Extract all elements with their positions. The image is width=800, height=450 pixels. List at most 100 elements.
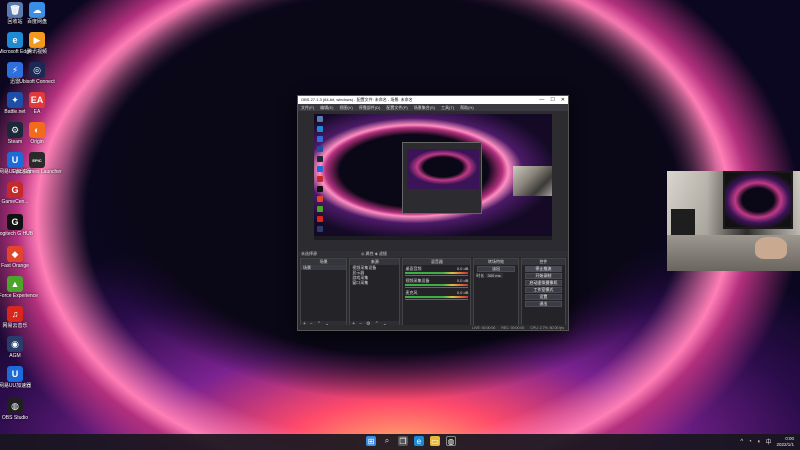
- desktop-icon-label: AGM: [9, 353, 21, 359]
- rec-timer: REC: 00:00:00: [501, 325, 525, 330]
- obs-statusbar: LIVE: 00:00:00 REC: 00:00:00 CPU: 2.7%, …: [298, 325, 568, 330]
- desktop-icon[interactable]: ☁ 百度网盘: [22, 2, 52, 32]
- app-icon: U: [7, 152, 23, 168]
- input-method-icon[interactable]: 中: [765, 437, 771, 446]
- menu-scene-collection[interactable]: 场景集合(S): [414, 105, 435, 111]
- menu-tools[interactable]: 工具(T): [441, 105, 454, 111]
- volume-slider[interactable]: [405, 299, 469, 300]
- app-icon: ◆: [7, 246, 23, 262]
- file-explorer-icon[interactable]: ▭: [430, 436, 440, 446]
- studio-mode-button[interactable]: 工作室模式: [524, 287, 562, 293]
- desktop-icon-label: 网易云音乐: [2, 323, 28, 329]
- search-icon[interactable]: ⌕: [382, 436, 392, 446]
- obs-title: OBS 27.1.3 (64-bit, windows) - 配置文件: 未命名…: [301, 97, 413, 102]
- scenes-dock: 场景 场景 + − ⌃ ⌄: [300, 258, 348, 328]
- desktop-icon[interactable]: ◐ Origin: [22, 122, 52, 152]
- minimize-icon[interactable]: —: [539, 97, 544, 103]
- audio-mixer-dock: 混音器 桌面音频 0.0 dB 视频采集设备 0.0 dB 麦克风 0.0 dB: [402, 258, 472, 328]
- desktop-icon-label: 回收站: [7, 19, 23, 25]
- no-source-selected: 未选择源: [301, 251, 317, 256]
- volume-meter: [405, 272, 469, 274]
- start-recording-button[interactable]: 开始录制: [524, 273, 562, 279]
- desktop-icon[interactable]: EPIC Epic Games Launcher: [12, 152, 62, 182]
- desktop-icon[interactable]: G Logitech G HUB: [0, 214, 34, 244]
- close-icon[interactable]: ✕: [561, 97, 565, 103]
- menu-docks[interactable]: 停靠部件(D): [359, 105, 381, 111]
- obs-window[interactable]: OBS 27.1.3 (64-bit, windows) - 配置文件: 未命名…: [297, 95, 569, 331]
- desktop-icon[interactable]: ▶ 腾讯视频: [22, 32, 52, 62]
- taskbar-apps: ⊞ ⌕ ❐ e ▭ ◍: [366, 436, 456, 446]
- source-properties-filters[interactable]: ◎ 属性 ◈ 滤镜: [361, 251, 387, 257]
- desktop-icon-label: GameCen...: [1, 199, 29, 205]
- app-icon: U: [7, 366, 23, 382]
- maximize-icon[interactable]: ☐: [550, 97, 554, 103]
- desktop-icon[interactable]: EA EA: [22, 92, 52, 122]
- menu-file[interactable]: 文件(F): [301, 105, 314, 111]
- desktop-icon-label: Steam: [7, 139, 23, 145]
- edge-icon[interactable]: e: [414, 436, 424, 446]
- app-icon: EA: [29, 92, 45, 108]
- desktop-icon[interactable]: ◎ Ubisoft Connect: [19, 62, 55, 92]
- stop-streaming-button[interactable]: 停止推流: [524, 266, 562, 272]
- menu-profile[interactable]: 配置文件(P): [386, 105, 407, 111]
- app-icon: ⚡: [7, 62, 23, 78]
- mixer-channel: 麦克风 0.0 dB: [403, 289, 470, 301]
- obs-taskbar-icon[interactable]: ◍: [446, 436, 456, 446]
- app-icon: ◎: [29, 62, 45, 78]
- menu-help[interactable]: 帮助(H): [460, 105, 474, 111]
- channel-level: 0.0 dB: [456, 278, 469, 283]
- transition-duration: 时长 300 ms: [474, 273, 517, 278]
- obs-menubar: 文件(F) 编辑(E) 视图(V) 停靠部件(D) 配置文件(P) 场景集合(S…: [298, 104, 568, 111]
- task-view-icon[interactable]: ❐: [398, 436, 408, 446]
- menu-edit[interactable]: 编辑(E): [320, 105, 333, 111]
- volume-slider[interactable]: [405, 287, 469, 288]
- channel-level: 0.0 dB: [456, 266, 469, 271]
- controls-dock-title: 控件: [521, 259, 565, 265]
- live-timer: LIVE: 00:00:00: [472, 325, 496, 330]
- mixer-channel: 视频采集设备 0.0 dB: [403, 277, 470, 289]
- sources-dock: 来源 视频采集设备 显示器 游戏采集 窗口采集 + − ⚙ ⌃ ⌄: [349, 258, 401, 328]
- obs-preview[interactable]: [314, 114, 552, 240]
- volume-meter: [405, 296, 469, 298]
- clock[interactable]: 0:00 2022/1/1: [776, 436, 794, 447]
- obs-titlebar[interactable]: OBS 27.1.3 (64-bit, windows) - 配置文件: 未命名…: [298, 96, 568, 104]
- settings-button[interactable]: 设置: [524, 294, 562, 300]
- desktop-icon[interactable]: G GameCen...: [0, 182, 30, 212]
- app-icon: ◍: [7, 398, 23, 414]
- duration-label: 时长: [476, 273, 485, 278]
- app-icon: ▶: [29, 32, 45, 48]
- app-icon: ☁: [29, 2, 45, 18]
- start-virtual-camera-button[interactable]: 启动虚拟摄像机: [524, 280, 562, 286]
- exit-button[interactable]: 退出: [524, 301, 562, 307]
- transition-type-select[interactable]: 淡出: [477, 266, 515, 272]
- preview-nested-obs: [402, 142, 482, 214]
- app-icon: e: [7, 32, 23, 48]
- desktop-icon-label: EA: [33, 109, 41, 115]
- duration-input[interactable]: 300 ms: [485, 273, 503, 278]
- scene-item[interactable]: 场景: [301, 265, 347, 270]
- transitions-dock-title: 转场特效: [474, 259, 518, 265]
- desktop-icon-label: Logitech G HUB: [0, 231, 34, 237]
- desktop-icon-label: Epic Games Launcher: [12, 169, 62, 175]
- desktop-icon[interactable]: ▲GeForce Experience: [0, 276, 38, 306]
- preview-desktop-icons: [317, 116, 325, 236]
- source-item[interactable]: 窗口采集: [350, 280, 399, 285]
- app-icon: G: [7, 214, 23, 230]
- cpu-fps: CPU: 2.7%, 60.00 fps: [530, 325, 564, 330]
- desktop-icon[interactable]: ◆ Fast Orange: [0, 246, 30, 276]
- desktop-icon[interactable]: ♫ 网易云音乐: [0, 306, 30, 336]
- desktop-icon[interactable]: ◉ AGM: [0, 336, 30, 366]
- taskbar: ⊞ ⌕ ❐ e ▭ ◍ ^ ◔ ◖ 中 0:00 2022/1/1: [0, 434, 800, 450]
- windows-start-icon[interactable]: ⊞: [366, 436, 376, 446]
- obs-source-toolbar: 未选择源 ◎ 属性 ◈ 滤镜: [298, 251, 568, 257]
- network-icon[interactable]: ◔: [748, 439, 752, 445]
- chevron-up-icon[interactable]: ^: [740, 439, 743, 445]
- desktop-icon[interactable]: ◍ OBS Studio: [0, 398, 30, 428]
- preview-webcam: [513, 166, 552, 196]
- menu-view[interactable]: 视图(V): [339, 105, 352, 111]
- channel-name: 桌面音频: [405, 266, 422, 271]
- desktop-icon[interactable]: U 网易UU加速器: [0, 366, 31, 396]
- speaker-icon[interactable]: ◖: [757, 439, 761, 445]
- webcam-monitor: [723, 171, 793, 229]
- volume-slider[interactable]: [405, 275, 469, 276]
